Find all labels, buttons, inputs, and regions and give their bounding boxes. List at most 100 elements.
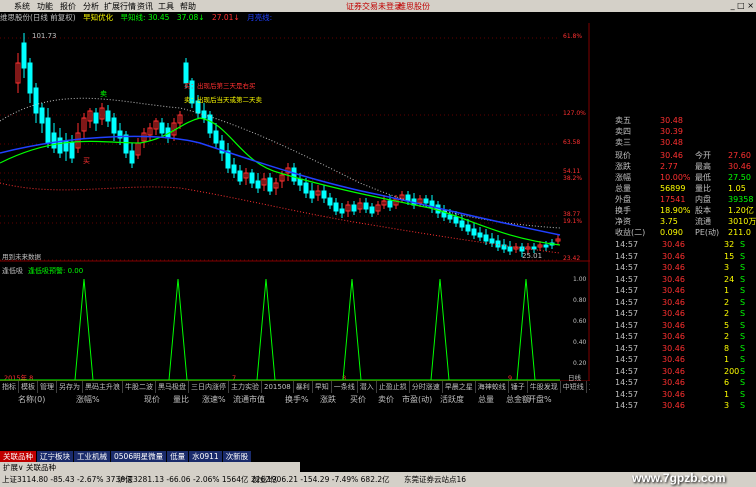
indicator-tab[interactable]: 黑马极盘 <box>156 381 189 393</box>
alert-spike <box>256 278 276 381</box>
indicator-tab[interactable]: 管理 <box>38 381 57 393</box>
lower-axis-5: 0.20 <box>573 360 587 367</box>
column-header[interactable]: 涨跌 <box>320 394 336 405</box>
candle-body <box>105 110 111 122</box>
lower-axis-2: 0.80 <box>573 297 587 304</box>
sector-tab[interactable]: 关联品种 <box>0 451 36 462</box>
column-header[interactable]: 总量 <box>478 394 494 405</box>
tick-row: 14:57 30.46 6 S <box>590 377 756 389</box>
net-label: 净资 <box>615 217 631 226</box>
sector-tab[interactable]: 工业机械 <box>74 451 110 462</box>
menu-quote[interactable]: 报价 <box>60 1 76 12</box>
tick-time: 14:57 <box>615 355 639 364</box>
indicator-tab[interactable]: 分时涨速 <box>410 381 443 393</box>
open-label: 今开 <box>695 151 711 160</box>
column-header[interactable]: 买价 <box>350 394 366 405</box>
alert-spike <box>74 278 94 381</box>
indicator-tab[interactable]: 模板 <box>19 381 38 393</box>
indicator-tab[interactable]: 牛股发现 <box>528 381 561 393</box>
indicator-tab[interactable]: 主力实验 <box>229 381 262 393</box>
indicator-tab[interactable]: 黑码主升浪 <box>83 381 123 393</box>
candle-body <box>297 178 303 186</box>
window-controls[interactable]: _ □ × <box>731 1 754 10</box>
sell3-row[interactable]: 卖三 30.48 <box>590 137 756 149</box>
income-value: 0.090 <box>660 228 683 237</box>
menu-help[interactable]: 帮助 <box>180 1 196 12</box>
menu-tools[interactable]: 工具 <box>158 1 174 12</box>
candle-body <box>45 117 51 144</box>
cy-index[interactable]: 创业1906.21 -154.29 -7.49% 682.2亿 <box>252 474 390 485</box>
buy-marker: 买 <box>83 157 90 165</box>
candle-body <box>477 232 483 238</box>
tick-side: S <box>740 263 746 272</box>
indicator-name[interactable]: 早知优化 <box>83 13 113 22</box>
indicator-tab[interactable]: 五星 <box>587 381 590 393</box>
indicator-tab[interactable]: 潜入 <box>358 381 377 393</box>
candle-body <box>159 122 165 134</box>
sector-tab[interactable]: 0506明星微量 <box>111 451 167 462</box>
sector-tab[interactable]: 辽宁板块 <box>37 451 73 462</box>
sector-tab[interactable]: 水0911 <box>189 451 222 462</box>
candle-body <box>111 117 117 134</box>
tick-time: 14:57 <box>615 297 639 307</box>
column-header[interactable]: 市盈(动) <box>402 394 432 405</box>
indicator-tab[interactable]: 锤子 <box>509 381 528 393</box>
sell4-row[interactable]: 卖四 30.39 <box>590 126 756 138</box>
menu-bar: 系统 功能 报价 分析 扩展行情 资讯 工具 帮助 证券交易未登录 维思股份 _… <box>0 0 756 12</box>
column-header[interactable]: 现价 <box>144 394 160 405</box>
indicator-tab[interactable]: 牛股二波 <box>123 381 156 393</box>
sector-tab[interactable]: 次新股 <box>222 451 252 462</box>
column-header[interactable]: 活跃度 <box>440 394 464 405</box>
candle-body <box>501 244 507 250</box>
sell5-price: 30.48 <box>660 116 683 125</box>
menu-ext-quote[interactable]: 扩展行情 <box>104 1 136 12</box>
volume-label: 总量 <box>615 184 631 193</box>
indicator-tab[interactable]: 201508 <box>262 381 294 393</box>
indicator-tab[interactable]: 中短线 <box>561 381 587 393</box>
column-header[interactable]: 换手% <box>285 394 309 405</box>
indicator-tab[interactable]: 早晨之星 <box>443 381 476 393</box>
indicator-tab[interactable]: 指标 <box>0 381 19 393</box>
column-header[interactable]: 流通市值 <box>233 394 265 405</box>
indicator-tab[interactable]: 海神蛟线 <box>476 381 509 393</box>
price-now-label: 现价 <box>615 151 631 160</box>
indicator-tab[interactable]: 暴利 <box>294 381 313 393</box>
menu-analysis[interactable]: 分析 <box>83 1 99 12</box>
sell-marker: 卖 <box>100 90 107 98</box>
indicator-tab[interactable]: 三日内涨停 <box>189 381 229 393</box>
candle-body <box>507 246 513 252</box>
column-header[interactable]: 开盘% <box>528 394 552 405</box>
candle-body <box>453 216 459 224</box>
high-label: 最高 <box>695 162 711 171</box>
trade-login-warning[interactable]: 证券交易未登录 <box>346 1 402 12</box>
column-header[interactable]: 涨幅% <box>76 394 100 405</box>
tick-row: 14:57 30.46 200 S <box>590 366 756 378</box>
tick-volume: 2 <box>724 332 730 341</box>
tick-price: 30.46 <box>662 286 685 295</box>
menu-system[interactable]: 系统 <box>14 1 30 12</box>
sector-tab-bar: 关联品种 辽宁板块 工业机械 0506明星微量 低量 水0911 次新股 <box>0 451 300 462</box>
column-header[interactable]: 名称(0) <box>18 394 45 405</box>
indicator-tab[interactable]: 止盈止损 <box>377 381 410 393</box>
column-header[interactable]: 量比 <box>173 394 189 405</box>
tick-volume: 24 <box>724 274 735 284</box>
indicator-tab[interactable]: 一条线 <box>332 381 358 393</box>
indicator-tab-bar: 指标 模板 管理 另存为 黑码主升浪 牛股二波 黑马极盘 三日内涨停 主力实验 201508 暴利早… <box>0 381 590 393</box>
tick-side: S <box>740 355 746 364</box>
sh-index[interactable]: 上证3114.80 -85.43 -2.67% 3736亿 <box>2 474 132 485</box>
column-header[interactable]: 涨速% <box>202 394 226 405</box>
outer-value: 17541 <box>660 195 686 204</box>
sector-tab[interactable]: 低量 <box>167 451 189 462</box>
kline-chart[interactable]: 101.73 25.01 买：出现后第三天是右买 卖：出现后当天或第二天卖 卖 … <box>0 23 590 391</box>
column-header[interactable]: 卖价 <box>378 394 394 405</box>
column-header[interactable]: 总金额 <box>506 394 530 405</box>
menu-function[interactable]: 功能 <box>37 1 53 12</box>
vol-ratio-value: 1.05 <box>728 184 746 193</box>
broker-site[interactable]: 东莞证券云站点16 <box>404 474 466 485</box>
lower-axis-3: 0.60 <box>573 318 587 325</box>
indicator-tab[interactable]: 另存为 <box>57 381 83 393</box>
sell5-row[interactable]: 卖五 30.48 <box>590 115 756 127</box>
tick-price: 30.46 <box>662 332 685 341</box>
indicator-tab[interactable]: 早知 <box>313 381 332 393</box>
menu-info[interactable]: 资讯 <box>137 1 153 12</box>
